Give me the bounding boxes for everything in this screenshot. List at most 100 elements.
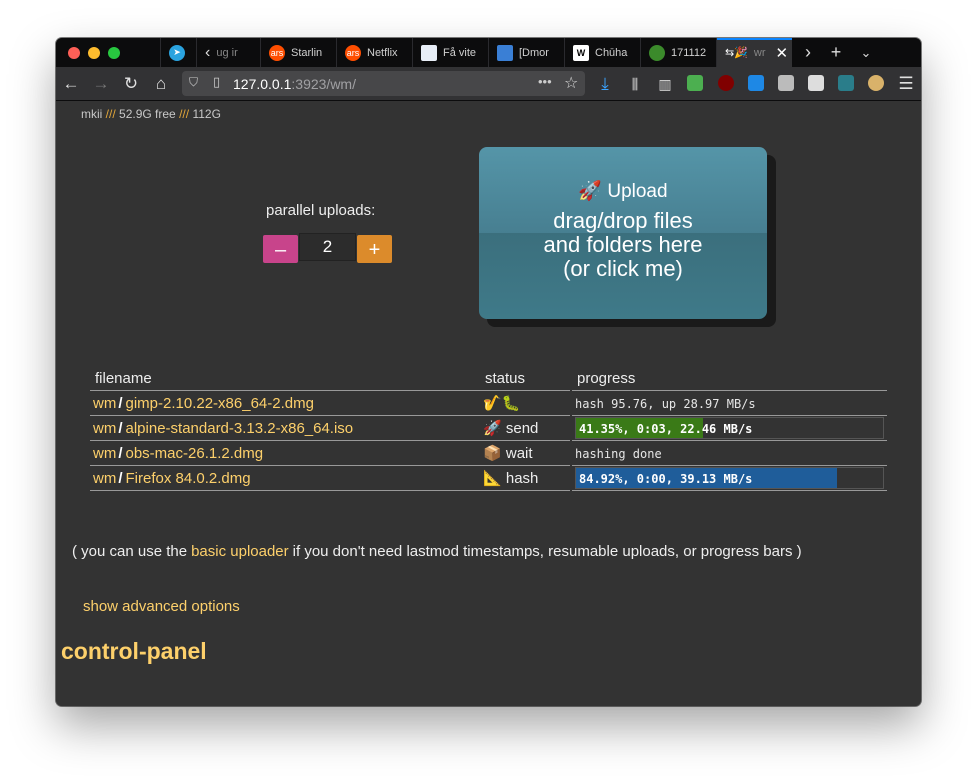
document-icon	[421, 44, 437, 61]
tab-list-icon[interactable]: ⌄	[852, 38, 880, 67]
progress-cell: 41.35%, 0:03, 22.46 MB/s	[571, 415, 887, 441]
disk-free: 52.9G free	[119, 107, 176, 121]
table-row: wm / obs-mac-26.1.2.dmg 📦 wait hashing done	[90, 440, 887, 466]
status-icon: 📦	[483, 445, 502, 462]
basic-uploader-link[interactable]: basic uploader	[191, 543, 289, 560]
status-text: hash	[505, 470, 539, 487]
scroll-tabs-right-icon[interactable]: ›	[794, 38, 822, 67]
file-link[interactable]: alpine-standard-3.13.2-x86_64.iso	[126, 420, 354, 437]
dropzone-title-text: Upload	[607, 181, 668, 202]
home-icon[interactable]: ⌂	[149, 72, 173, 96]
info-suffix: if you don't need lastmod timestamps, re…	[292, 543, 802, 560]
tab-7[interactable]: 171112	[640, 38, 716, 67]
dropzone-line: and folders here	[543, 232, 703, 257]
table-header-row: filename status progress	[90, 366, 887, 391]
separator: ///	[105, 107, 116, 121]
folder-link[interactable]: wm	[93, 470, 116, 487]
folder-link[interactable]: wm	[93, 395, 116, 412]
disk-info: mkii /// 52.9G free /// 112G	[81, 107, 221, 121]
ublock-icon[interactable]	[718, 75, 734, 91]
status-cell: 📦 wait	[480, 440, 572, 466]
progress-bar: 41.35%, 0:03, 22.46 MB/s	[575, 417, 884, 439]
file-link[interactable]: gimp-2.10.22-x86_64-2.dmg	[126, 395, 314, 412]
ars-icon: ars	[345, 44, 361, 61]
menu-icon[interactable]: ☰	[894, 72, 918, 96]
tab-label: Chūha	[595, 46, 628, 59]
extension-owl-icon[interactable]	[868, 75, 884, 91]
info-line: ( you can use the basic uploader if you do…	[72, 543, 802, 560]
tab-active[interactable]: ⇆🎉 wr ✕	[716, 38, 792, 67]
upload-dropzone[interactable]: 🚀 Upload drag/drop files and folders her…	[479, 147, 767, 319]
progress-text: 84.92%, 0:00, 39.13 MB/s	[579, 472, 753, 486]
progress-cell: hash 95.76, up 28.97 MB/s	[571, 390, 887, 416]
sidebar-icon[interactable]: ▥	[653, 72, 677, 96]
close-window-button[interactable]	[68, 47, 80, 59]
tab-label: [Dmor	[519, 46, 549, 59]
progress-text: hash 95.76, up 28.97 MB/s	[575, 396, 756, 411]
page-actions-icon[interactable]: •••	[538, 74, 552, 89]
back-icon[interactable]: ←	[59, 72, 83, 96]
status-text: send	[505, 420, 539, 437]
header-progress: progress	[571, 366, 887, 391]
path-separator: /	[118, 444, 123, 462]
tab-label: wr	[753, 46, 766, 59]
extension-s-icon[interactable]	[838, 75, 854, 91]
decrease-parallel-button[interactable]: –	[263, 235, 298, 263]
path-separator: /	[118, 394, 123, 412]
new-tab-icon[interactable]: +	[822, 38, 850, 67]
progress-text: 41.35%, 0:03, 22.46 MB/s	[579, 422, 753, 436]
library-icon[interactable]: ⫼	[623, 72, 647, 96]
shield-icon[interactable]: ⛉	[189, 75, 198, 90]
url-bar[interactable]: ⛉ ▯ 127.0.0.1:3923/wm/ ••• ☆	[182, 71, 585, 96]
filename-cell: wm / alpine-standard-3.13.2-x86_64.iso	[90, 415, 480, 441]
folder-link[interactable]: wm	[93, 445, 116, 462]
status-icon: 🎷🐛	[483, 395, 521, 412]
parallel-uploads-input[interactable]: 2	[299, 233, 356, 261]
extension-green-icon[interactable]	[687, 75, 703, 91]
path-separator: /	[118, 419, 123, 437]
progress-text: hashing done	[575, 446, 662, 461]
file-link[interactable]: obs-mac-26.1.2.dmg	[126, 445, 264, 462]
status-text: wait	[505, 445, 533, 462]
tab-4[interactable]: Få vite	[412, 38, 488, 67]
tab-5[interactable]: [Dmor	[488, 38, 564, 67]
info-prefix: ( you can use the	[72, 543, 188, 560]
table-row: wm / gimp-2.10.22-x86_64-2.dmg 🎷🐛 hash 95.7…	[90, 390, 887, 416]
page-icon: ▯	[213, 74, 221, 89]
party-icon: ⇆🎉	[725, 47, 748, 59]
tab-label: Netflix	[367, 46, 398, 59]
status-icon: 📐	[483, 470, 502, 487]
show-advanced-options-link[interactable]: show advanced options	[83, 598, 240, 615]
extension-grid-icon[interactable]	[808, 75, 824, 91]
table-row: wm / alpine-standard-3.13.2-x86_64.iso 🚀 se…	[90, 415, 887, 441]
file-link[interactable]: Firefox 84.0.2.dmg	[126, 470, 251, 487]
forward-icon[interactable]: →	[89, 72, 113, 96]
status-cell: 📐 hash	[480, 465, 572, 491]
tab-3[interactable]: ars Netflix	[336, 38, 412, 67]
extension-blue-icon[interactable]	[748, 75, 764, 91]
progress-cell: hashing done	[571, 440, 887, 466]
maximize-window-button[interactable]	[108, 47, 120, 59]
download-icon[interactable]: ⤓	[593, 72, 617, 96]
control-panel-heading: control-panel	[61, 638, 207, 664]
progress-cell: 84.92%, 0:00, 39.13 MB/s	[571, 465, 887, 491]
disk-name: mkii	[81, 107, 103, 121]
tab-telegram[interactable]: ➤	[160, 38, 196, 67]
folder-link[interactable]: wm	[93, 420, 116, 437]
nav-bar: ← → ↻ ⌂ ⛉ ▯ 127.0.0.1:3923/wm/ ••• ☆ ⤓ ⫼…	[56, 67, 921, 101]
minimize-window-button[interactable]	[88, 47, 100, 59]
tab-1[interactable]: ‹ ug ir	[196, 38, 260, 67]
tab-label: Få vite	[443, 46, 477, 59]
dropzone-title: 🚀 Upload	[479, 179, 767, 203]
reader-icon[interactable]	[778, 75, 794, 91]
reload-icon[interactable]: ↻	[119, 72, 143, 96]
increase-parallel-button[interactable]: +	[357, 235, 392, 263]
url-text[interactable]: 127.0.0.1:3923/wm/	[233, 76, 356, 92]
status-icon: 🚀	[483, 420, 502, 437]
close-tab-icon[interactable]: ✕	[776, 44, 789, 62]
tab-2[interactable]: ars Starlin	[260, 38, 336, 67]
tab-6[interactable]: W Chūha	[564, 38, 640, 67]
bookmark-star-icon[interactable]: ☆	[564, 73, 578, 93]
filename-cell: wm / gimp-2.10.22-x86_64-2.dmg	[90, 390, 480, 416]
tab-label: ug ir	[216, 46, 238, 59]
